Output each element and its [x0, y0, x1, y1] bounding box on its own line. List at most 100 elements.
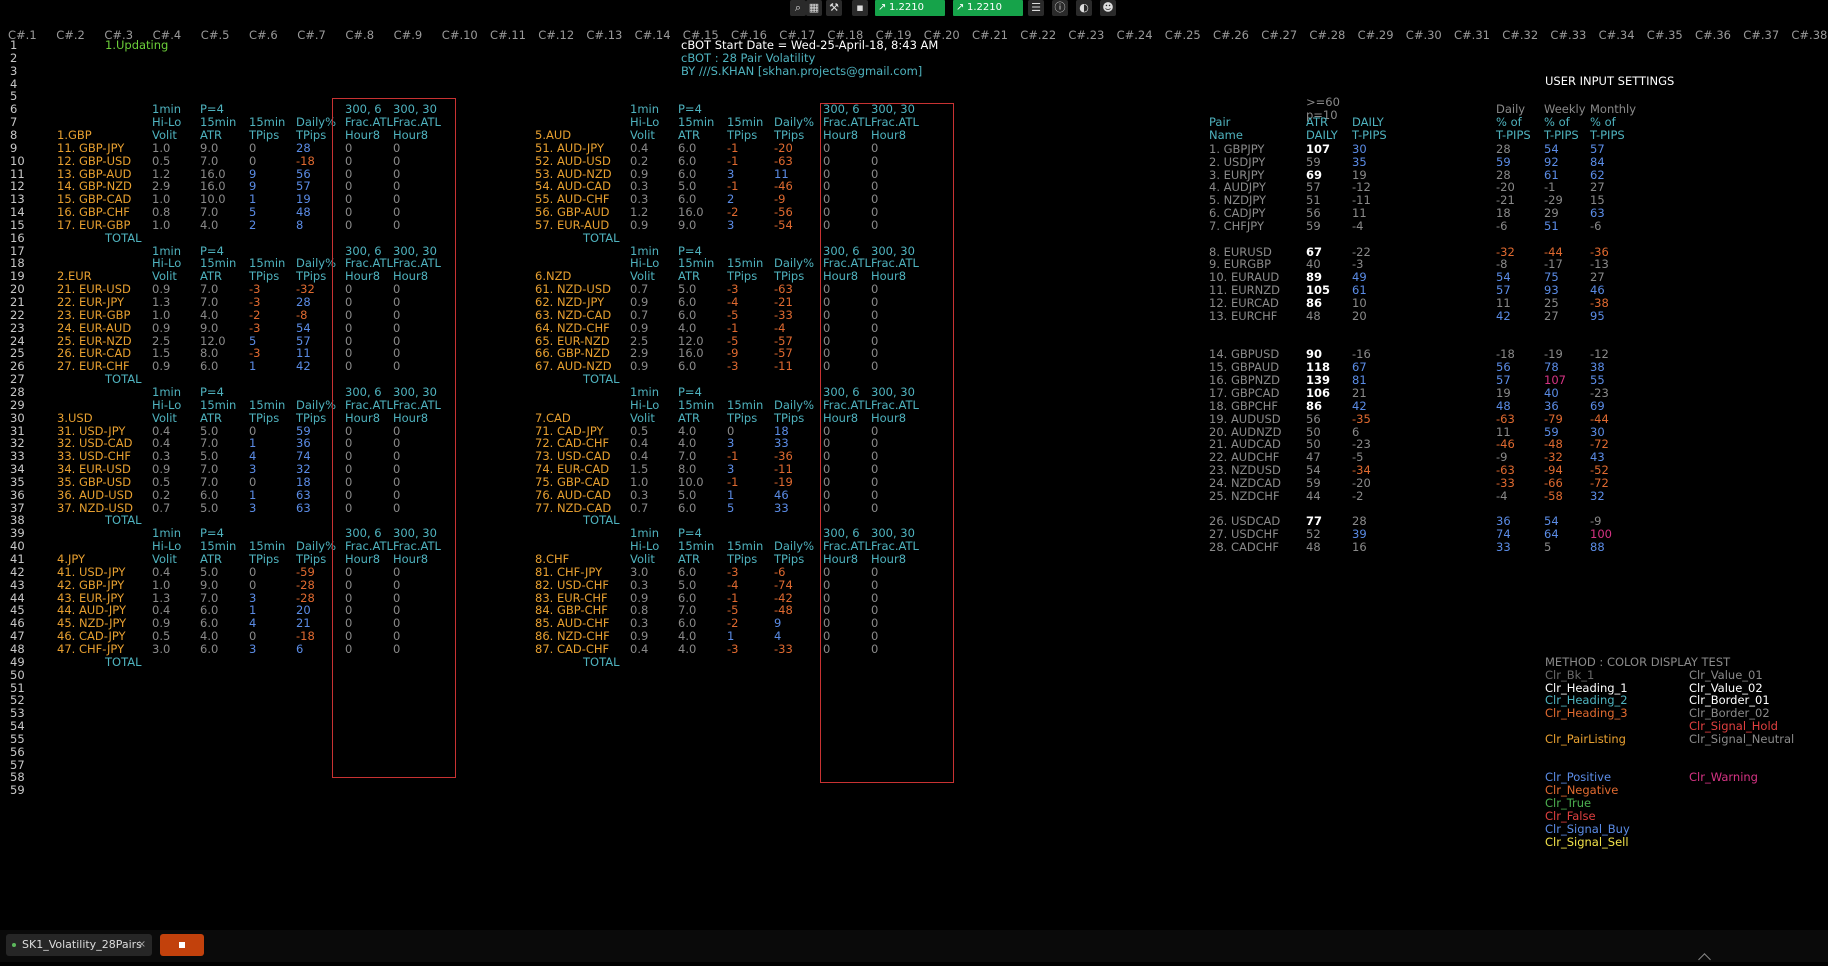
search-icon[interactable]: ⌕ [790, 0, 806, 16]
pair-value: -11 [774, 359, 793, 374]
color-sample: Clr_Signal_Neutral [1689, 731, 1795, 746]
total-label: TOTAL [105, 654, 142, 669]
pair-value: 6.0 [200, 641, 219, 656]
box-icon[interactable]: ▪ [852, 0, 868, 16]
pair-value: -3 [727, 641, 739, 656]
pair-value: 0.9 [630, 359, 649, 374]
pair-value: 9.0 [678, 217, 697, 232]
column-header: C#.29 [1357, 28, 1394, 42]
pair-value: 4.0 [200, 217, 219, 232]
color-sample: Clr_Warning [1689, 770, 1758, 785]
column-header: C#.2 [56, 28, 85, 42]
pair-value: 6.0 [678, 359, 697, 374]
summary-value: 51 [1544, 218, 1559, 233]
color-sample: Clr_Heading_3 [1545, 706, 1628, 721]
total-label: TOTAL [105, 513, 142, 528]
column-header: C#.12 [538, 28, 575, 42]
summary-value: -6 [1590, 218, 1602, 233]
pair-value: 8 [296, 217, 304, 232]
summary-header: >=60 [1306, 95, 1340, 110]
total-label: TOTAL [583, 372, 620, 387]
summary-value: -4 [1496, 488, 1508, 503]
chart-icon[interactable]: ▦ [806, 0, 822, 16]
column-header: C#.28 [1309, 28, 1346, 42]
summary-value: 33 [1496, 540, 1511, 555]
pair-value: 3 [249, 641, 257, 656]
column-header: C#.8 [345, 28, 375, 42]
summary-value: 95 [1590, 308, 1605, 323]
pair-value: 0.7 [152, 500, 171, 515]
summary-atr: 59 [1306, 218, 1321, 233]
column-header: C#.9 [393, 28, 423, 42]
app-window: ⌕ ▦ ⚒ ▪ ↗ 1.2210 ↗ 1.2210 ☰ ⓘ ◐ ☻ C#.1 C#.2 C#.3 C#.4 C… [0, 0, 1828, 966]
pair-value: 6 [296, 641, 304, 656]
pair-value: 63 [296, 500, 311, 515]
info-icon[interactable]: ⓘ [1052, 0, 1068, 16]
pair-value: 3.0 [152, 641, 171, 656]
tab-sk1-volatility[interactable]: SK1_Volatility_28Pairs × [6, 934, 152, 956]
column-header: C#.38 [1791, 28, 1828, 42]
summary-atr: 48 [1306, 308, 1321, 323]
summary-value: 27 [1544, 308, 1559, 323]
column-header: C#.10 [441, 28, 478, 42]
price-button-1[interactable]: ↗ 1.2210 [875, 0, 945, 16]
summary-header: Monthly [1590, 102, 1637, 117]
color-sample: Clr_PairListing [1545, 731, 1626, 746]
price-button-2[interactable]: ↗ 1.2210 [953, 0, 1023, 16]
column-header: C#.37 [1743, 28, 1780, 42]
pair-value: 6.0 [200, 359, 219, 374]
pair-value: 4.0 [678, 641, 697, 656]
column-header: C#.13 [586, 28, 623, 42]
summary-value: 88 [1590, 540, 1605, 555]
pair-value: 42 [296, 359, 311, 374]
column-header: C#.6 [249, 28, 278, 42]
tools-icon[interactable]: ⚒ [826, 0, 842, 16]
frac-atl-border-left [332, 98, 456, 778]
summary-header: T-PIPS [1544, 127, 1579, 142]
user-icon[interactable]: ☻ [1100, 0, 1116, 16]
column-header: C#.36 [1695, 28, 1731, 42]
summary-header: DAILY [1306, 127, 1338, 142]
column-header: C#.32 [1502, 28, 1539, 42]
list-icon[interactable]: ☰ [1028, 0, 1044, 16]
summary-header: T-PIPS [1590, 127, 1625, 142]
price-value: 1.2210 [889, 2, 924, 13]
stop-icon [179, 942, 185, 948]
summary-header: Weekly [1544, 102, 1586, 117]
column-header: C#.26 [1213, 28, 1249, 42]
summary-value: 32 [1590, 488, 1605, 503]
pair-value: 2 [249, 217, 257, 232]
profile-icon[interactable]: ◐ [1076, 0, 1092, 16]
pair-value: 5.0 [200, 500, 219, 515]
summary-value: -2 [1352, 488, 1364, 503]
pair-value: 5 [727, 500, 735, 515]
total-label: TOTAL [583, 654, 620, 669]
pair-value: 1.0 [152, 217, 171, 232]
pair-value: -54 [774, 217, 793, 232]
price-value: 1.2210 [967, 2, 1002, 13]
total-label: TOTAL [105, 372, 142, 387]
column-header: C#.27 [1261, 28, 1298, 42]
summary-value: -4 [1352, 218, 1364, 233]
stop-button[interactable] [160, 934, 204, 956]
summary-value: 16 [1352, 540, 1367, 555]
column-header: C#.35 [1646, 28, 1683, 42]
column-header: C#.23 [1068, 28, 1105, 42]
total-label: TOTAL [583, 230, 620, 245]
pair-value: 0.9 [152, 359, 171, 374]
summary-pair: 7. CHFJPY [1209, 218, 1265, 233]
column-header: C#.21 [972, 28, 1008, 42]
frac-atl-border-right [820, 103, 954, 783]
column-header: C#.34 [1598, 28, 1635, 42]
summary-value: 20 [1352, 308, 1367, 323]
status-text: 1.Updating [105, 38, 169, 52]
summary-header: T-PIPS [1352, 127, 1387, 142]
pair-value: 0.9 [630, 217, 649, 232]
arrow-icon: ↗ [878, 2, 887, 13]
summary-value: -6 [1496, 218, 1508, 233]
tab-label: SK1_Volatility_28Pairs [22, 938, 142, 951]
pair-value: 0.7 [630, 500, 649, 515]
bot-author: BY ///S.KHAN [skhan.projects@gmail.com] [681, 63, 923, 78]
column-header: C#.31 [1454, 28, 1490, 42]
close-icon[interactable]: × [138, 934, 146, 956]
